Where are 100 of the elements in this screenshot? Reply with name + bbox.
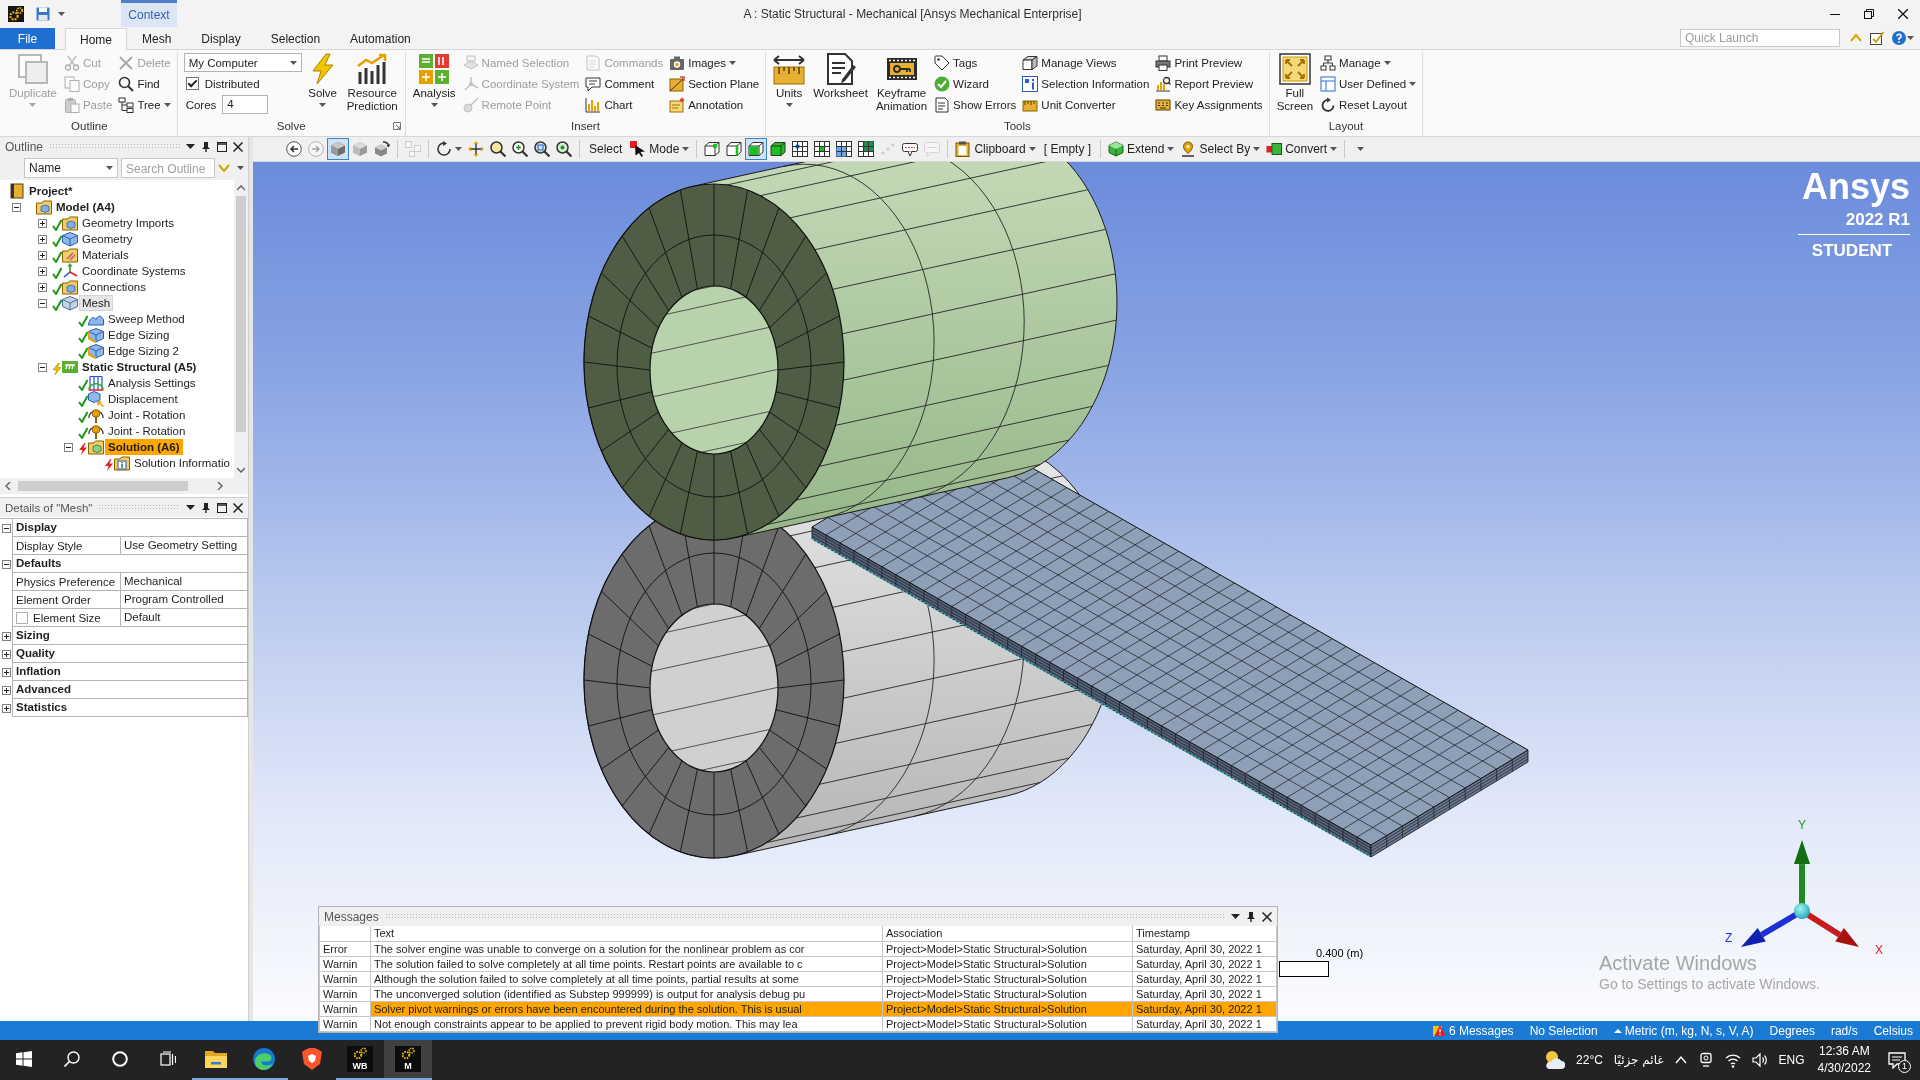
tree-item[interactable]: Materials: [79, 247, 132, 263]
tree-item[interactable]: Solution Informatio: [131, 455, 233, 471]
horizontal-scrollbar[interactable]: [0, 478, 248, 494]
cores-field[interactable]: 4: [222, 95, 269, 114]
collapse-icon[interactable]: [38, 298, 47, 308]
save-icon[interactable]: [36, 6, 50, 21]
tree-item[interactable]: Analysis Settings: [105, 375, 199, 391]
ribbon-button[interactable]: Worksheet: [810, 52, 871, 117]
clock-date[interactable]: 4/30/2022: [1817, 1060, 1871, 1077]
arrow-right-icon[interactable]: [216, 482, 224, 490]
expand-icon[interactable]: [1, 703, 11, 713]
toolbar-menu-button[interactable]: Mode: [627, 138, 693, 160]
caret-icon[interactable]: [186, 503, 195, 512]
toolbar-button[interactable]: [487, 138, 509, 160]
chevron-up-icon[interactable]: [1674, 1054, 1687, 1066]
ribbon-button[interactable]: Keyframe Animation: [872, 52, 931, 117]
toolbar-button[interactable]: [ Empty ]: [1038, 138, 1097, 160]
tree-item[interactable]: Connections: [79, 279, 149, 295]
ribbon-button[interactable]: Comment: [583, 73, 666, 94]
tree-item[interactable]: Joint - Rotation: [105, 423, 189, 439]
ribbon-button[interactable]: Analysis: [409, 52, 459, 117]
language-label[interactable]: ENG: [1778, 1053, 1805, 1067]
box-arrow-icon[interactable]: [392, 121, 401, 130]
filter-dropdown[interactable]: Name: [24, 158, 118, 178]
ribbon-button[interactable]: User Defined: [1318, 73, 1419, 94]
checkbox-icon[interactable]: [1870, 31, 1884, 45]
toolbar-menu-button[interactable]: Select By: [1177, 138, 1264, 160]
unit-setting[interactable]: Degrees: [1769, 1023, 1815, 1038]
help-button[interactable]: [1892, 31, 1914, 45]
file-tab[interactable]: File: [0, 28, 55, 49]
close-icon[interactable]: [233, 141, 243, 152]
ribbon-button[interactable]: Resource Prediction: [343, 52, 401, 117]
column-header[interactable]: Timestamp: [1133, 926, 1277, 942]
tree-item[interactable]: Geometry: [79, 231, 136, 247]
collapse-icon[interactable]: [1, 523, 11, 533]
tree-item[interactable]: Edge Sizing 2: [105, 343, 182, 359]
ribbon-button[interactable]: Find: [116, 73, 173, 94]
property-value[interactable]: Program Controlled: [120, 591, 248, 609]
collapse-icon[interactable]: [38, 362, 47, 372]
volume-icon[interactable]: [1751, 1052, 1768, 1068]
gears-icon[interactable]: [8, 5, 24, 22]
arrow-down-icon[interactable]: [237, 466, 245, 474]
toolbar-button[interactable]: [509, 138, 531, 160]
tree-item[interactable]: Geometry Imports: [79, 215, 178, 231]
tree-item[interactable]: Project*: [26, 183, 76, 199]
ribbon-tab[interactable]: Automation: [335, 28, 426, 49]
checkbox[interactable]: [16, 611, 28, 624]
expand-icon[interactable]: [38, 218, 47, 228]
close-icon[interactable]: [233, 502, 243, 513]
collapse-icon[interactable]: [64, 442, 73, 452]
tree-item[interactable]: Sweep Method: [105, 311, 188, 327]
camera-icon[interactable]: [1697, 1052, 1714, 1068]
expand-icon[interactable]: [38, 266, 47, 276]
ribbon-button[interactable]: Section Plane: [667, 73, 762, 94]
column-header[interactable]: Association: [883, 926, 1133, 942]
weather-icon[interactable]: [1543, 1049, 1566, 1071]
ribbon-button[interactable]: Tags: [932, 52, 1019, 73]
column-header[interactable]: Text: [371, 926, 883, 942]
toolbar-menu-button[interactable]: Convert: [1263, 138, 1341, 160]
tree-item[interactable]: Model (A4): [53, 199, 118, 215]
maximize-icon[interactable]: [217, 141, 227, 152]
expand-icon[interactable]: [38, 234, 47, 244]
scrollbar-thumb[interactable]: [18, 481, 188, 491]
ribbon-button[interactable]: Selection Information: [1020, 73, 1152, 94]
toolbar-button[interactable]: [531, 138, 553, 160]
scrollbar-thumb[interactable]: [236, 196, 246, 432]
toolbar-menu-button[interactable]: Extend: [1105, 138, 1178, 160]
expand-icon[interactable]: [1, 667, 11, 677]
clock-time[interactable]: 12:36 AM: [1818, 1043, 1870, 1060]
caret-icon[interactable]: [1231, 912, 1240, 921]
ribbon-button[interactable]: Unit Converter: [1020, 94, 1152, 115]
ribbon-button[interactable]: Manage Views: [1020, 52, 1152, 73]
ribbon-button[interactable]: Units: [770, 52, 809, 117]
ribbon-tab[interactable]: Selection: [255, 28, 336, 49]
ribbon-button[interactable]: Reset Layout: [1318, 94, 1419, 115]
tree-item[interactable]: Displacement: [105, 391, 181, 407]
ribbon-button[interactable]: Images: [667, 52, 762, 73]
toolbar-button[interactable]: [553, 138, 575, 160]
property-value[interactable]: Mechanical: [120, 573, 248, 591]
pushpin-icon[interactable]: [201, 141, 211, 152]
ribbon-button[interactable]: Full Screen: [1273, 52, 1317, 117]
expand-icon[interactable]: [1, 649, 11, 659]
ribbon-button[interactable]: Solve: [303, 52, 342, 117]
toolbar-button[interactable]: [283, 138, 305, 160]
tree-item[interactable]: Solution (A6): [105, 439, 183, 455]
expand-icon[interactable]: [38, 250, 47, 260]
unit-system-button[interactable]: Metric (m, kg, N, s, V, A): [1613, 1023, 1754, 1038]
messages-button[interactable]: 6 Messages: [1429, 1022, 1514, 1039]
arrow-up-icon[interactable]: [237, 184, 245, 192]
ribbon-tab[interactable]: Home: [65, 28, 127, 50]
pushpin-icon[interactable]: [1246, 911, 1256, 922]
ribbon-button[interactable]: Report Preview: [1153, 73, 1265, 94]
unit-setting[interactable]: Celsius: [1873, 1023, 1913, 1038]
wifi-icon[interactable]: [1724, 1052, 1741, 1068]
computer-dropdown[interactable]: My Computer: [183, 53, 302, 72]
taskbar-button[interactable]: WB: [336, 1040, 384, 1080]
pushpin-icon[interactable]: [201, 502, 211, 513]
toolbar-button[interactable]: Select: [584, 138, 628, 160]
tree-item[interactable]: Joint - Rotation: [105, 407, 189, 423]
ribbon-button[interactable]: Manage: [1318, 52, 1419, 73]
